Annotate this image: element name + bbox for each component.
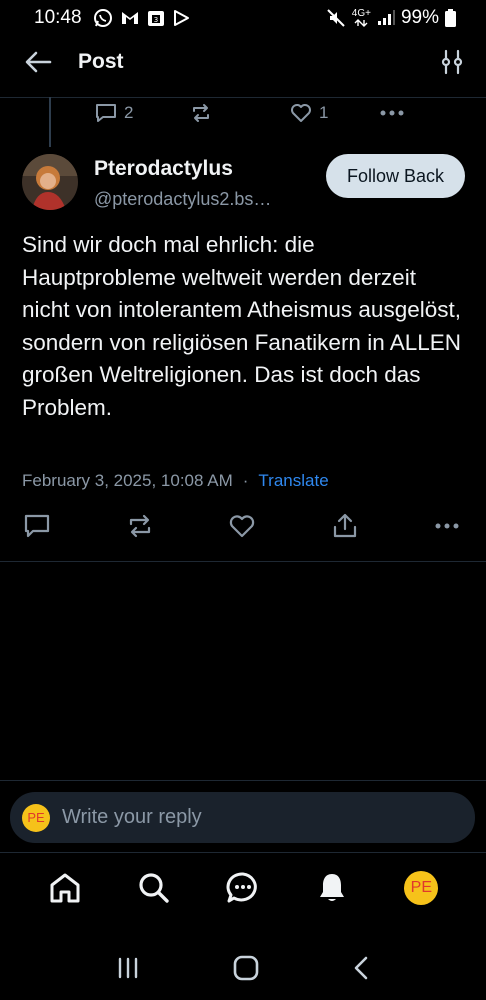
header-bar: Post [0,36,486,88]
prev-more-button[interactable] [379,109,405,117]
share-button[interactable] [330,511,360,541]
status-time: 10:48 [34,7,82,28]
status-bar: 10:48 3 4G+ 99% [0,0,486,36]
back-button[interactable] [24,50,52,74]
heart-icon [229,515,255,538]
calendar-icon: 3 [147,9,165,27]
back-nav-icon [354,956,367,980]
post-meta: February 3, 2025, 10:08 AM · Translate [22,471,329,491]
recent-apps-button[interactable] [115,956,141,980]
network-type: 4G+ [352,9,371,27]
reply-avatar: PE [22,803,50,832]
battery-percent: 99% [400,7,439,28]
post-divider [0,561,486,562]
tab-profile[interactable]: PE [397,864,445,912]
post-actions [22,508,462,544]
meta-separator: · [242,471,249,490]
reply-composer[interactable]: PE Write your reply [10,792,475,843]
status-right: 4G+ 99% [326,7,456,29]
comment-icon [96,104,116,122]
heart-icon [291,104,311,122]
tab-chat[interactable] [219,864,267,912]
whatsapp-icon [93,8,113,28]
svg-text:3: 3 [153,16,157,24]
mute-icon [326,8,346,28]
chat-icon [226,872,257,903]
more-button[interactable] [432,511,462,541]
reply-placeholder: Write your reply [62,806,202,828]
gmail-icon [120,9,140,27]
prev-reply-button[interactable]: 2 [94,102,189,124]
back-nav-button[interactable] [351,955,371,981]
post-text: Sind wir doch mal ehrlich: die Hauptprob… [22,232,462,420]
post-timestamp: February 3, 2025, 10:08 AM [22,471,233,490]
sliders-icon [441,49,463,75]
network-label: 4G+ [351,8,371,19]
signal-icon [377,10,395,26]
prev-reply-count: 2 [124,103,134,122]
arrow-left-icon [25,51,52,73]
battery-icon [445,9,456,27]
search-icon [139,873,169,903]
profile-avatar: PE [404,871,439,905]
tab-home[interactable] [41,864,89,912]
bottom-tabbar: PE [0,852,486,924]
notifications-icon [320,874,345,901]
thread-line [49,97,51,147]
like-button[interactable] [227,511,257,541]
tab-search[interactable] [130,864,178,912]
tab-notifications[interactable] [308,864,356,912]
previous-post-actions: 2 1 [94,97,424,129]
author-name[interactable]: Pterodactylus [94,157,233,181]
home-nav-button[interactable] [232,954,260,982]
page-title: Post [78,50,124,73]
prev-like-count: 1 [319,103,329,122]
more-icon [435,523,459,529]
translate-link[interactable]: Translate [258,471,328,491]
filter-button[interactable] [440,49,464,75]
system-navbar [0,936,486,1000]
comment-icon [24,514,50,538]
author-avatar[interactable] [22,154,78,210]
repost-icon [129,514,150,538]
status-left: 10:48 3 [34,7,190,29]
follow-back-button[interactable]: Follow Back [326,154,465,198]
prev-repost-button[interactable] [189,102,289,124]
author-handle[interactable]: @pterodactylus2.bs… [94,189,309,210]
home-nav-icon [233,955,259,981]
composer-divider [0,780,486,781]
recent-apps-icon [119,957,138,979]
reply-button[interactable] [22,511,52,541]
home-icon [50,873,80,903]
repost-button[interactable] [125,511,155,541]
prev-like-button[interactable]: 1 [289,102,379,124]
share-icon [333,513,356,538]
play-store-icon [172,9,190,27]
repost-icon [193,104,209,122]
more-icon [380,110,404,116]
